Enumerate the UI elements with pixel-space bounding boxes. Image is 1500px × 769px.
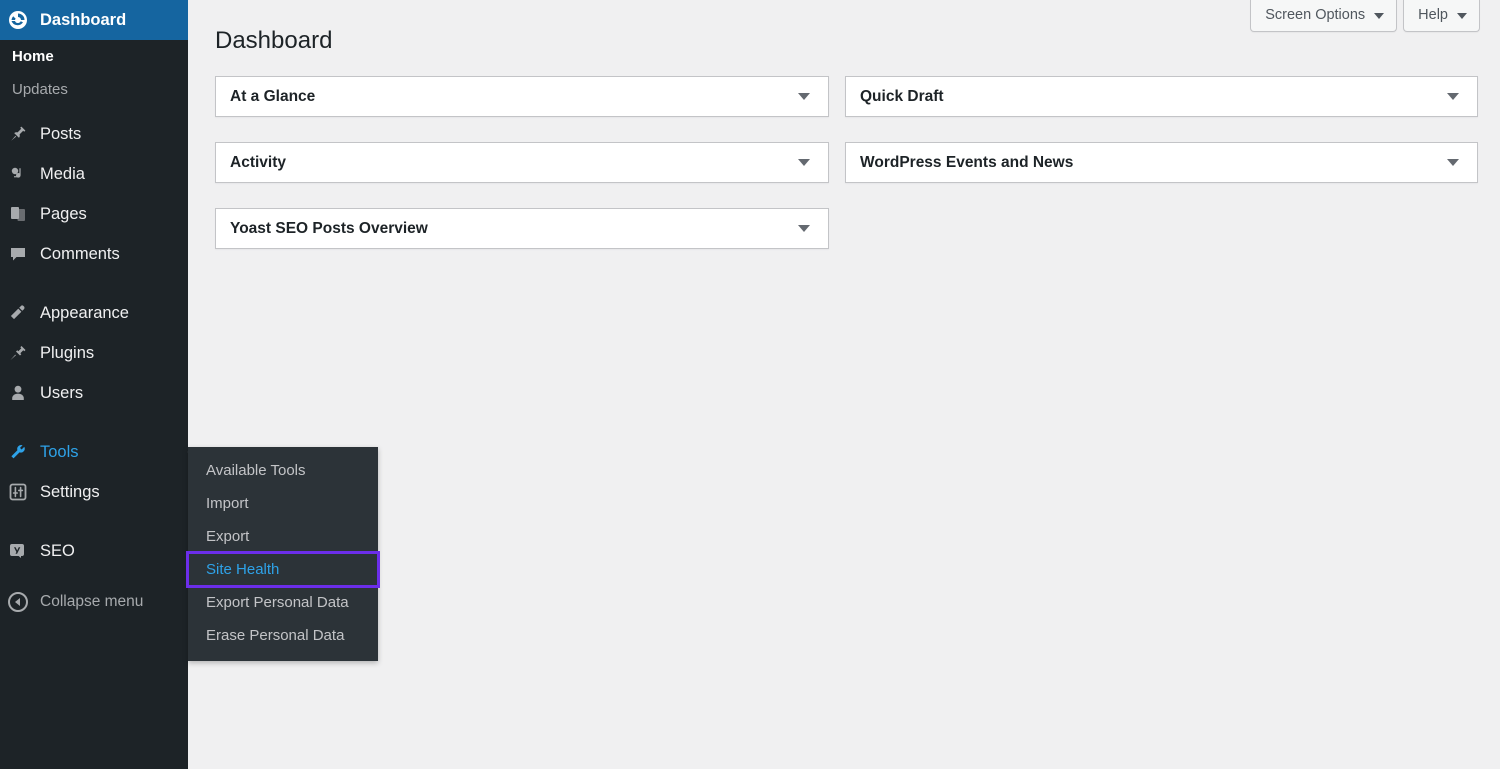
sidebar-item-label: Comments <box>40 244 120 263</box>
dashboard-widget: Activity <box>215 142 829 183</box>
submenu-item-updates[interactable]: Updates <box>0 73 188 106</box>
sidebar-item-label: Users <box>40 383 84 402</box>
collapse-arrow-icon <box>0 592 36 612</box>
tools-submenu-flyout: Available Tools Import Export Site Health Ex… <box>186 447 380 661</box>
dashboard-widget: Yoast SEO Posts Overview <box>215 208 829 249</box>
dashboard-column-left: At a Glance Activity Yoast SEO Posts Overv… <box>215 76 829 274</box>
dashboard-column-right: Quick Draft WordPress Events and News <box>845 76 1478 208</box>
comment-icon <box>0 244 36 264</box>
submenu-item-home[interactable]: Home <box>0 40 188 73</box>
sidebar-item-dashboard[interactable]: Dashboard <box>0 0 196 40</box>
page-title: Dashboard <box>215 27 333 54</box>
pin-icon <box>0 124 36 144</box>
widget-toggle-button[interactable] <box>1435 143 1471 182</box>
dashboard-widget: WordPress Events and News <box>845 142 1478 183</box>
sidebar-item-label: Settings <box>40 482 100 501</box>
sidebar-item-label: Plugins <box>40 343 95 362</box>
chevron-down-icon <box>1447 159 1459 166</box>
widget-toggle-button[interactable] <box>786 209 822 248</box>
sidebar-item-appearance[interactable]: Appearance <box>0 293 188 333</box>
chevron-down-icon <box>1374 12 1385 19</box>
settings-icon <box>0 482 36 502</box>
widget-title[interactable]: Yoast SEO Posts Overview <box>216 209 828 248</box>
screen-options-button[interactable]: Screen Options <box>1250 0 1398 32</box>
sidebar-item-comments[interactable]: Comments <box>0 234 188 274</box>
widget-title[interactable]: Activity <box>216 143 828 182</box>
sidebar-item-plugins[interactable]: Plugins <box>0 333 188 373</box>
collapse-menu-label: Collapse menu <box>40 593 144 610</box>
chevron-down-icon <box>1447 93 1459 100</box>
widget-toggle-button[interactable] <box>786 143 822 182</box>
sidebar-item-label: Posts <box>40 124 82 143</box>
tools-submenu-item-export[interactable]: Export <box>188 520 378 553</box>
tools-submenu-item-export-personal-data[interactable]: Export Personal Data <box>188 586 378 619</box>
wrench-icon <box>0 442 36 462</box>
dashboard-widget: Quick Draft <box>845 76 1478 117</box>
dashboard-submenu: Home Updates <box>0 40 188 114</box>
chevron-down-icon <box>1457 12 1467 19</box>
screen-meta-links: Screen Options Help <box>1250 0 1480 32</box>
sidebar-item-label: SEO <box>40 541 75 560</box>
sidebar-item-seo[interactable]: SEO <box>0 531 188 571</box>
chevron-down-icon <box>798 93 810 100</box>
wp-admin-screen: Dashboard Home Updates Posts Media Pages Comme… <box>0 0 1500 769</box>
content-area: Screen Options Help Dashboard At a Glanc… <box>188 0 1500 769</box>
widget-toggle-button[interactable] <box>1435 77 1471 116</box>
widget-title[interactable]: At a Glance <box>216 77 828 116</box>
menu-separator <box>0 413 188 432</box>
media-icon <box>0 164 36 184</box>
sidebar-item-label: Tools <box>40 442 79 461</box>
sidebar-item-label: Pages <box>40 204 87 223</box>
sidebar-item-tools[interactable]: Tools <box>0 432 196 472</box>
chevron-down-icon <box>798 159 810 166</box>
brush-icon <box>0 303 36 323</box>
admin-menu-list: Dashboard Home Updates Posts Media Pages Comme… <box>0 0 196 571</box>
sidebar-item-label: Media <box>40 164 85 183</box>
widget-title[interactable]: WordPress Events and News <box>846 143 1477 182</box>
widget-title[interactable]: Quick Draft <box>846 77 1477 116</box>
widget-toggle-button[interactable] <box>786 77 822 116</box>
sidebar-item-label: Appearance <box>40 303 129 322</box>
menu-separator <box>0 512 188 531</box>
chevron-down-icon <box>798 225 810 232</box>
tools-submenu-item-site-health[interactable]: Site Health <box>186 551 380 588</box>
menu-separator <box>0 274 188 293</box>
yoast-icon <box>0 541 36 561</box>
sidebar-item-pages[interactable]: Pages <box>0 194 188 234</box>
user-icon <box>0 383 36 403</box>
tools-submenu-item-available-tools[interactable]: Available Tools <box>188 454 378 487</box>
collapse-menu-button[interactable]: Collapse menu <box>0 582 188 622</box>
screen-options-label: Screen Options <box>1265 7 1366 24</box>
pages-icon <box>0 204 36 224</box>
tools-submenu-item-import[interactable]: Import <box>188 487 378 520</box>
help-label: Help <box>1418 7 1448 24</box>
tools-submenu-item-erase-personal-data[interactable]: Erase Personal Data <box>188 619 378 652</box>
dashboard-widget: At a Glance <box>215 76 829 117</box>
dashboard-icon <box>0 10 36 30</box>
sidebar-item-label: Dashboard <box>40 10 127 29</box>
sidebar-item-media[interactable]: Media <box>0 154 188 194</box>
help-button[interactable]: Help <box>1403 0 1480 32</box>
sidebar-item-posts[interactable]: Posts <box>0 114 188 154</box>
plugin-icon <box>0 343 36 363</box>
sidebar-item-settings[interactable]: Settings <box>0 472 188 512</box>
sidebar-item-users[interactable]: Users <box>0 373 188 413</box>
